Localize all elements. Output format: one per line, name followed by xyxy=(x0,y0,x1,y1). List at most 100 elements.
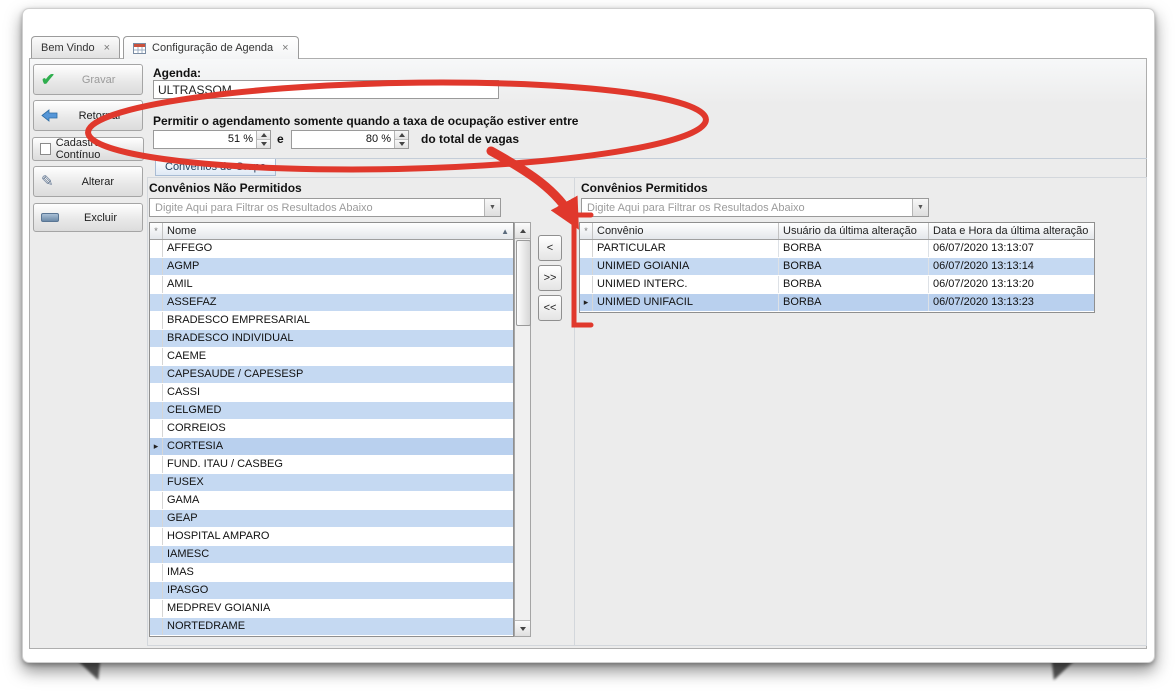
list-item[interactable]: ASSEFAZ xyxy=(150,294,513,312)
sort-asc-icon: ▲ xyxy=(497,227,509,236)
list-item[interactable]: FUSEX xyxy=(150,474,513,492)
usuario-cell: BORBA xyxy=(779,276,929,293)
chevron-down-icon[interactable]: ▼ xyxy=(912,199,928,216)
convenio-column-header[interactable]: Convênio xyxy=(593,223,779,239)
table-row[interactable]: UNIMED GOIANIABORBA06/07/2020 13:13:14 xyxy=(580,258,1094,276)
row-indicator xyxy=(150,240,163,257)
row-indicator xyxy=(150,600,163,617)
data-hora-column-header[interactable]: Data e Hora da última alteração xyxy=(929,223,1094,239)
max-occupancy-spinner[interactable]: 80 % xyxy=(291,130,409,149)
list-item[interactable]: IMAS xyxy=(150,564,513,582)
gravar-button[interactable]: ✔ Gravar xyxy=(33,64,143,95)
convenio-name: NORTEDRAME xyxy=(163,618,513,635)
usuario-cell: BORBA xyxy=(779,258,929,275)
nome-column-header[interactable]: Nome ▲ xyxy=(163,223,513,239)
scrollbar-thumb[interactable] xyxy=(516,240,531,326)
list-item[interactable]: CAEME xyxy=(150,348,513,366)
list-item[interactable]: CELGMED xyxy=(150,402,513,420)
tab-configuracao-de-agenda[interactable]: Configuração de Agenda × xyxy=(123,36,299,59)
alterar-button[interactable]: ✎ Alterar xyxy=(33,166,143,197)
move-left-button[interactable]: < xyxy=(538,235,562,261)
convenio-name: MEDPREV GOIANIA xyxy=(163,600,513,617)
usuario-cell: BORBA xyxy=(779,294,929,311)
list-item[interactable]: AMIL xyxy=(150,276,513,294)
nao-permitidos-grid: * Nome ▲ AFFEGOAGMPAMILASSEFAZBRADESCO E… xyxy=(149,222,514,637)
row-indicator xyxy=(150,528,163,545)
list-item[interactable]: BRADESCO INDIVIDUAL xyxy=(150,330,513,348)
convenio-cell: PARTICULAR xyxy=(593,240,779,257)
filter-placeholder: Digite Aqui para Filtrar os Resultados A… xyxy=(582,199,912,216)
cadastro-continuo-label: Cadastro Contínuo xyxy=(56,137,136,161)
list-item[interactable]: GAMA xyxy=(150,492,513,510)
convenio-name: AFFEGO xyxy=(163,240,513,257)
list-item[interactable]: BRADESCO EMPRESARIAL xyxy=(150,312,513,330)
convenio-name: CASSI xyxy=(163,384,513,401)
tab-bem-vindo[interactable]: Bem Vindo × xyxy=(31,36,120,58)
move-all-right-button[interactable]: >> xyxy=(538,265,562,291)
permitidos-title: Convênios Permitidos xyxy=(581,181,708,195)
list-item[interactable]: NORTEDRAME xyxy=(150,618,513,636)
tab-convenios-do-grupo[interactable]: Convênios do Grupo xyxy=(155,159,276,176)
list-item[interactable]: FUND. ITAU / CASBEG xyxy=(150,456,513,474)
max-occupancy-value[interactable]: 80 % xyxy=(292,131,394,148)
convenio-name: BRADESCO INDIVIDUAL xyxy=(163,330,513,347)
row-indicator xyxy=(150,348,163,365)
convenio-name: CAPESAUDE / CAPESESP xyxy=(163,366,513,383)
retornar-button[interactable]: Retornar xyxy=(33,100,143,131)
usuario-column-header[interactable]: Usuário da última alteração xyxy=(779,223,929,239)
spin-down-button[interactable] xyxy=(395,139,408,148)
list-item[interactable]: CAPESAUDE / CAPESESP xyxy=(150,366,513,384)
header-indicator-icon: * xyxy=(150,223,163,239)
excluir-button[interactable]: Excluir xyxy=(33,203,143,232)
data-hora-cell: 06/07/2020 13:13:23 xyxy=(929,294,1094,311)
check-icon: ✔ xyxy=(41,71,55,88)
list-item[interactable]: AGMP xyxy=(150,258,513,276)
tab-close-icon[interactable]: × xyxy=(104,42,110,54)
nao-permitidos-filter-combo[interactable]: Digite Aqui para Filtrar os Resultados A… xyxy=(149,198,501,217)
usuario-cell: BORBA xyxy=(779,240,929,257)
checkbox-icon[interactable] xyxy=(40,143,51,155)
convenio-name: CELGMED xyxy=(163,402,513,419)
cadastro-continuo-checkbox[interactable]: Cadastro Contínuo xyxy=(32,137,144,161)
chevron-down-icon[interactable]: ▼ xyxy=(484,199,500,216)
row-indicator xyxy=(150,330,163,347)
list-item[interactable]: GEAP xyxy=(150,510,513,528)
permitidos-filter-combo[interactable]: Digite Aqui para Filtrar os Resultados A… xyxy=(581,198,929,217)
table-row[interactable]: PARTICULARBORBA06/07/2020 13:13:07 xyxy=(580,240,1094,258)
list-item[interactable]: AFFEGO xyxy=(150,240,513,258)
list-item[interactable]: MEDPREV GOIANIA xyxy=(150,600,513,618)
list-item[interactable]: CASSI xyxy=(150,384,513,402)
row-indicator xyxy=(150,312,163,329)
agenda-input[interactable] xyxy=(153,80,499,99)
tab-close-icon[interactable]: × xyxy=(282,42,288,54)
table-row[interactable]: ▸UNIMED UNIFACILBORBA06/07/2020 13:13:23 xyxy=(580,294,1094,312)
scroll-down-button[interactable] xyxy=(515,620,530,636)
convenio-name: CAEME xyxy=(163,348,513,365)
row-indicator xyxy=(150,456,163,473)
list-item[interactable]: ▸CORTESIA xyxy=(150,438,513,456)
spin-up-button[interactable] xyxy=(257,131,270,139)
convenio-cell: UNIMED UNIFACIL xyxy=(593,294,779,311)
row-indicator xyxy=(150,276,163,293)
list-item[interactable]: CORREIOS xyxy=(150,420,513,438)
occupancy-sentence: Permitir o agendamento somente quando a … xyxy=(153,114,578,128)
min-occupancy-spinner[interactable]: 51 % xyxy=(153,130,271,149)
grid-header: * Convênio Usuário da última alteração D… xyxy=(580,223,1094,240)
list-item[interactable]: IAMESC xyxy=(150,546,513,564)
list-item[interactable]: IPASGO xyxy=(150,582,513,600)
spin-down-button[interactable] xyxy=(257,139,270,148)
permitidos-rows: PARTICULARBORBA06/07/2020 13:13:07UNIMED… xyxy=(580,240,1094,312)
list-item[interactable]: HOSPITAL AMPARO xyxy=(150,528,513,546)
nao-permitidos-rows: AFFEGOAGMPAMILASSEFAZBRADESCO EMPRESARIA… xyxy=(150,240,513,636)
row-indicator xyxy=(150,384,163,401)
scroll-up-button[interactable] xyxy=(515,223,530,239)
vertical-scrollbar[interactable] xyxy=(514,222,531,637)
spin-up-button[interactable] xyxy=(395,131,408,139)
table-row[interactable]: UNIMED INTERC.BORBA06/07/2020 13:13:20 xyxy=(580,276,1094,294)
convenio-name: IAMESC xyxy=(163,546,513,563)
move-all-left-button[interactable]: << xyxy=(538,295,562,321)
row-indicator xyxy=(150,546,163,563)
permitidos-grid: * Convênio Usuário da última alteração D… xyxy=(579,222,1095,313)
row-indicator xyxy=(580,240,593,257)
min-occupancy-value[interactable]: 51 % xyxy=(154,131,256,148)
